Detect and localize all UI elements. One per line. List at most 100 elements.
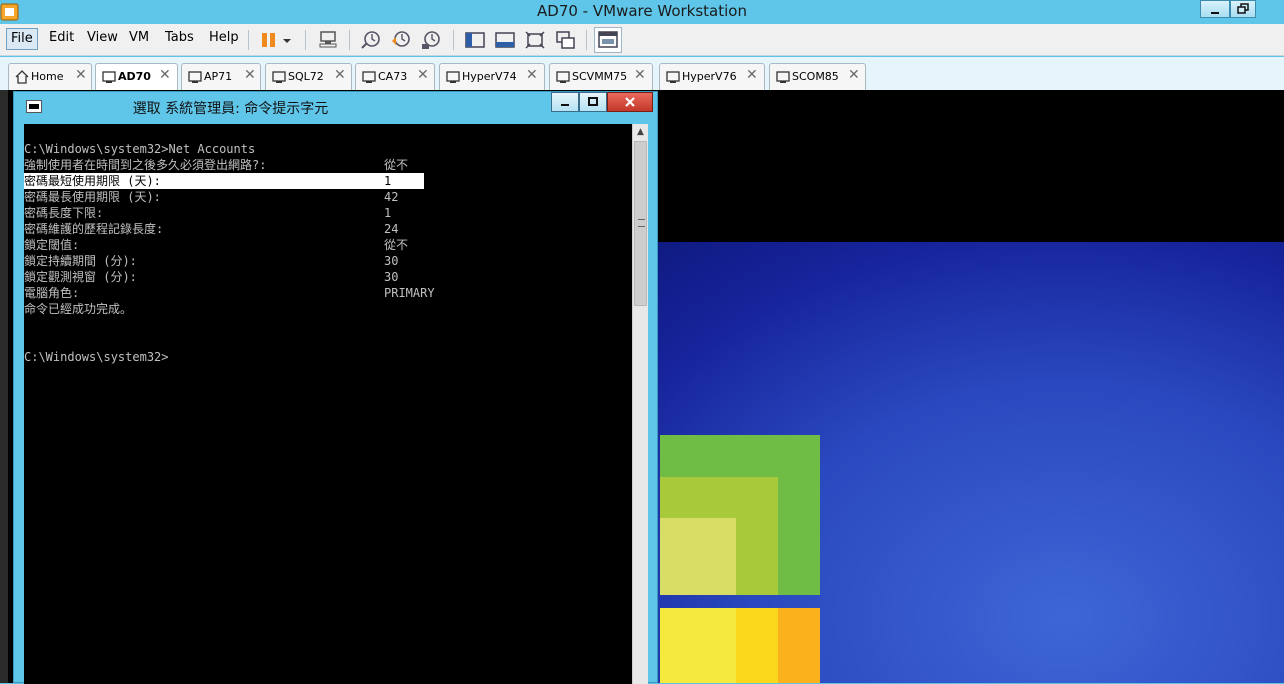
row-label: 強制使用者在時間到之後多久必須登出網路?: — [24, 158, 267, 172]
cmd-line: C:\Windows\system32>Net Accounts — [24, 142, 256, 156]
maximize-icon — [588, 97, 598, 106]
send-ctrl-alt-del-icon[interactable] — [317, 29, 339, 51]
thumbnail-bar-icon[interactable] — [494, 29, 516, 51]
snapshot-take-icon[interactable] — [360, 29, 382, 51]
cmd-output-row: 密碼長度下限: 1 — [24, 205, 424, 221]
home-icon — [15, 70, 29, 84]
vm-icon — [188, 71, 202, 83]
tab-label: CA73 — [378, 70, 408, 83]
tab-ca73[interactable]: CA73 ✕ — [355, 63, 435, 90]
menu-edit[interactable]: Edit — [45, 28, 78, 50]
cmd-minimize-button[interactable] — [551, 92, 579, 112]
console-view-icon — [598, 31, 618, 48]
tab-scvmm75[interactable]: SCVMM75 ✕ — [549, 63, 653, 90]
cmd-prompt: C:\Windows\system32> — [24, 350, 169, 364]
close-icon[interactable]: ✕ — [417, 67, 429, 83]
row-label: 鎖定持續期間 (分): — [24, 254, 137, 268]
menu-vm[interactable]: VM — [125, 28, 153, 50]
vm-icon — [556, 71, 570, 83]
vm-console[interactable]: 選取 系統管理員: 命令提示字元 C:\Windows\system32>Net… — [0, 90, 1284, 684]
cmd-close-button[interactable] — [607, 92, 653, 112]
restore-icon — [1237, 3, 1249, 14]
console-view-button[interactable] — [594, 27, 622, 53]
row-value: 24 — [384, 222, 399, 236]
toolbar-separator — [586, 30, 587, 50]
cmd-output-row: 密碼最長使用期限 (天): 42 — [24, 189, 424, 205]
console-edge — [0, 90, 8, 683]
windows-logo-tile-pale — [660, 518, 736, 595]
cmd-console-area[interactable]: C:\Windows\system32>Net Accounts 強制使用者在時… — [24, 124, 632, 684]
cmd-output-row: 鎖定持續期間 (分): 30 — [24, 253, 424, 269]
tab-scom85[interactable]: SCOM85 ✕ — [769, 63, 866, 90]
scrollbar-thumb[interactable] — [634, 141, 647, 306]
close-icon[interactable]: ✕ — [244, 67, 256, 83]
show-library-icon[interactable] — [464, 29, 486, 51]
cmd-output-row: 強制使用者在時間到之後多久必須登出網路?: 從不 — [24, 157, 424, 173]
tab-ad70[interactable]: AD70 ✕ — [95, 63, 178, 91]
tab-ap71[interactable]: AP71 ✕ — [181, 63, 261, 90]
minimize-icon — [1211, 12, 1219, 14]
window-close-button[interactable] — [1256, 0, 1284, 18]
cmd-blank-line — [24, 317, 424, 333]
close-icon[interactable]: ✕ — [634, 67, 646, 83]
tab-label: AD70 — [118, 70, 151, 83]
cmd-output-row-selected: 密碼最短使用期限 (天): 1 — [24, 173, 424, 189]
cmd-blank-line — [24, 333, 424, 349]
tab-home[interactable]: Home ✕ — [8, 63, 92, 90]
menu-view[interactable]: View — [83, 28, 122, 50]
cmd-vertical-scrollbar[interactable]: ▲ — [632, 124, 648, 684]
chevron-down-icon[interactable] — [280, 29, 294, 51]
row-label: 電腦角色: — [24, 286, 80, 300]
vm-icon — [272, 71, 286, 83]
tab-label: SCVMM75 — [572, 70, 628, 83]
full-screen-icon[interactable] — [524, 29, 546, 51]
command-prompt-window[interactable]: 選取 系統管理員: 命令提示字元 C:\Windows\system32>Net… — [13, 91, 658, 684]
close-icon[interactable]: ✕ — [526, 67, 538, 83]
window-minimize-button[interactable] — [1200, 0, 1230, 18]
row-label: 密碼最短使用期限 (天): — [24, 174, 161, 188]
cmd-title-bar[interactable]: 選取 系統管理員: 命令提示字元 — [14, 92, 657, 124]
row-value: 1 — [384, 206, 392, 220]
row-value: PRIMARY — [384, 286, 435, 300]
cmd-output-row: 鎖定閾值: 從不 — [24, 237, 424, 253]
close-icon[interactable]: ✕ — [159, 67, 171, 83]
vm-icon — [666, 71, 680, 83]
row-label: 鎖定閾值: — [24, 238, 80, 252]
row-label: 密碼維護的歷程記錄長度: — [24, 222, 164, 236]
guest-desktop[interactable] — [658, 242, 1284, 683]
row-value: 從不 — [384, 238, 409, 252]
window-restore-button[interactable] — [1230, 0, 1256, 18]
menu-file[interactable]: File — [6, 28, 38, 50]
tab-label: AP71 — [204, 70, 233, 83]
tab-label: HyperV74 — [462, 70, 517, 83]
close-icon[interactable]: ✕ — [334, 67, 346, 83]
windows-logo-tile-light-yellow — [660, 608, 736, 683]
row-value: 30 — [384, 254, 399, 268]
pause-icon[interactable] — [258, 29, 280, 51]
toolbar-separator — [349, 30, 350, 50]
tab-hyperv74[interactable]: HyperV74 ✕ — [439, 63, 545, 90]
row-label: 鎖定觀測視窗 (分): — [24, 270, 137, 284]
scrollbar-grip-icon — [638, 219, 645, 227]
window-title: AD70 - VMware Workstation — [537, 2, 747, 20]
row-value: 1 — [384, 174, 392, 188]
menu-tabs[interactable]: Tabs — [161, 28, 198, 50]
snapshot-manager-icon[interactable] — [420, 29, 442, 51]
snapshot-revert-icon[interactable] — [390, 29, 412, 51]
tab-label: SCOM85 — [792, 70, 839, 83]
scroll-up-arrow-icon[interactable]: ▲ — [633, 124, 648, 140]
tab-sql72[interactable]: SQL72 ✕ — [265, 63, 352, 90]
unity-icon[interactable] — [554, 29, 576, 51]
cmd-output-row: 電腦角色: PRIMARY — [24, 285, 435, 301]
close-icon[interactable]: ✕ — [848, 67, 860, 83]
close-icon[interactable]: ✕ — [75, 67, 87, 83]
tab-label: HyperV76 — [682, 70, 737, 83]
vm-tab-bar: Home ✕ AD70 ✕ AP71 ✕ SQL72 ✕ CA73 ✕ Hype… — [0, 57, 1284, 91]
toolbar-separator — [248, 30, 249, 50]
cmd-maximize-button[interactable] — [579, 92, 607, 112]
tab-hyperv76[interactable]: HyperV76 ✕ — [659, 63, 765, 90]
cmd-output-row: 密碼維護的歷程記錄長度: 24 — [24, 221, 424, 237]
menu-help[interactable]: Help — [205, 28, 243, 50]
close-icon[interactable]: ✕ — [746, 67, 758, 83]
cmd-output-row: 鎖定觀測視窗 (分): 30 — [24, 269, 424, 285]
